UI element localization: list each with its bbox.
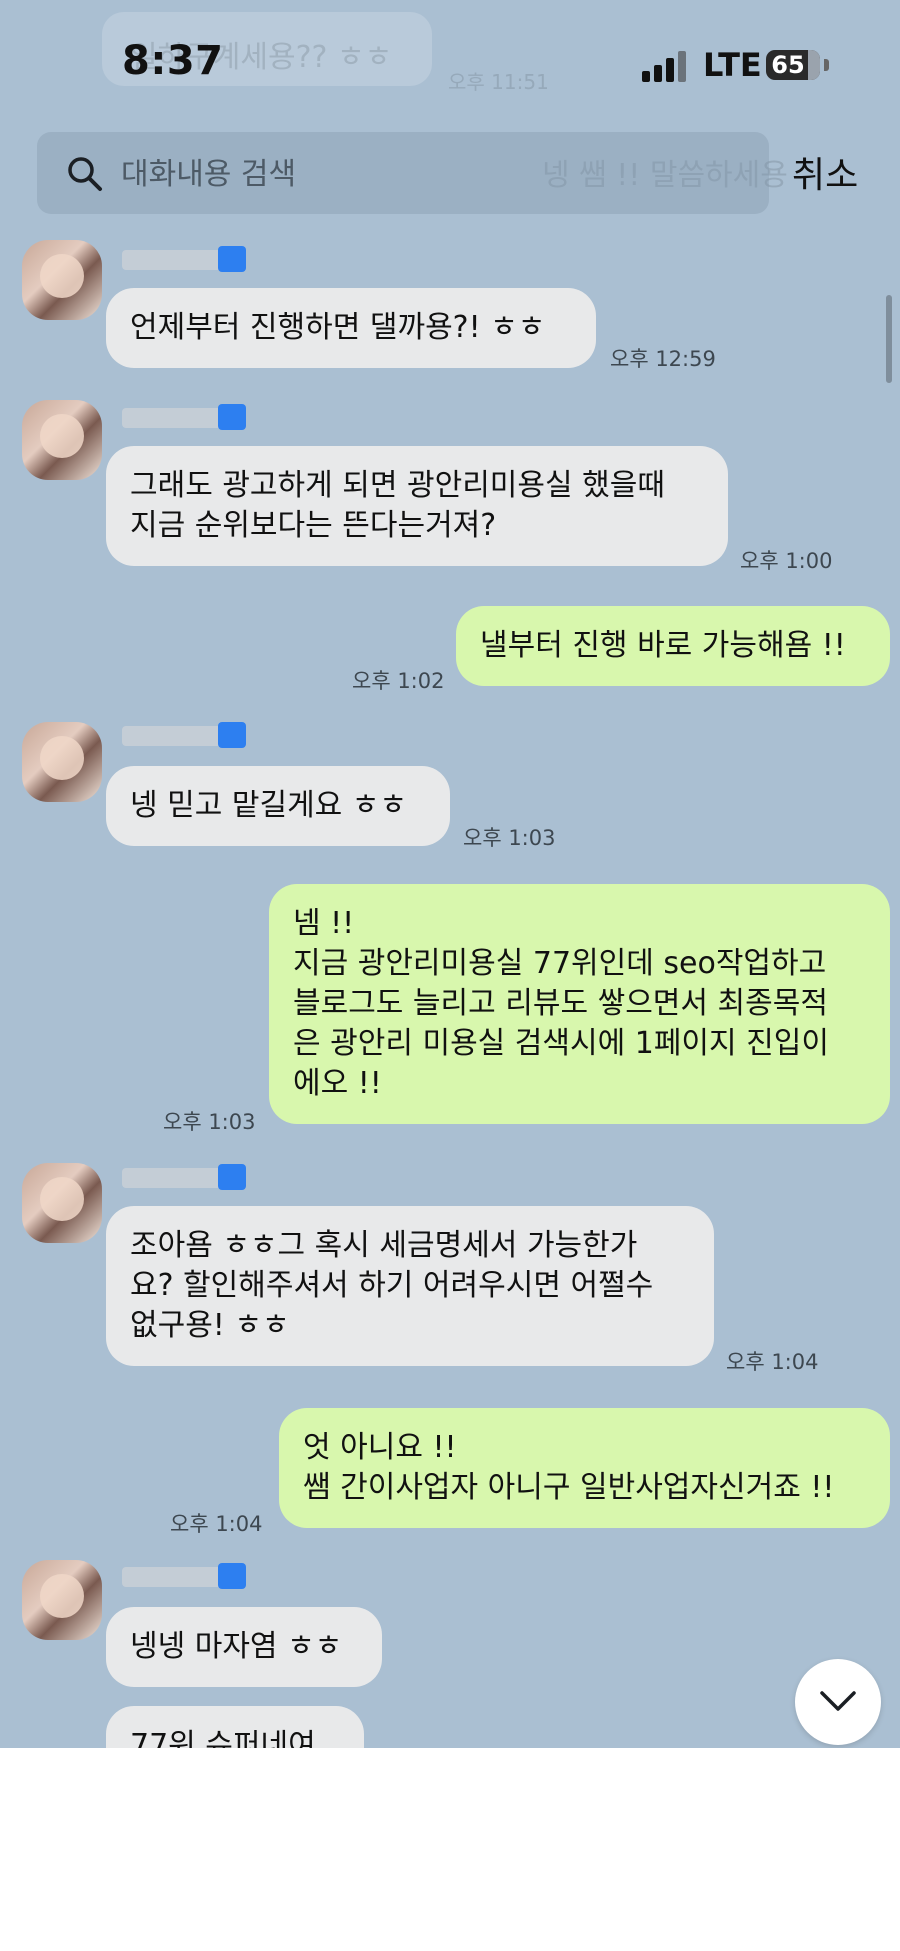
avatar[interactable] bbox=[22, 1163, 102, 1243]
badge-icon bbox=[218, 404, 246, 430]
message-time: 오후 1:03 bbox=[163, 1110, 256, 1134]
message-bubble-incoming[interactable]: 넹 믿고 맡길게요 ㅎㅎ bbox=[106, 766, 450, 846]
signal-icon bbox=[642, 50, 688, 82]
sender-name-blurred bbox=[122, 1164, 250, 1192]
message-time: 오후 1:03 bbox=[463, 826, 556, 850]
avatar[interactable] bbox=[22, 240, 102, 320]
avatar[interactable] bbox=[22, 1560, 102, 1640]
message-bubble-incoming[interactable]: 언제부터 진행하면 댈까용?! ㅎㅎ bbox=[106, 288, 596, 368]
badge-icon bbox=[218, 1164, 246, 1190]
message-bubble-outgoing[interactable]: 넴 !! 지금 광안리미용실 77위인데 seo작업하고 블로그도 늘리고 리뷰… bbox=[269, 884, 890, 1124]
message-bubble-outgoing[interactable]: 낼부터 진행 바로 가능해욤 !! bbox=[456, 606, 890, 686]
avatar[interactable] bbox=[22, 722, 102, 802]
badge-icon bbox=[218, 1563, 246, 1589]
scroll-to-bottom-button[interactable] bbox=[795, 1659, 881, 1745]
scrollbar-thumb[interactable] bbox=[886, 295, 892, 383]
search-icon bbox=[68, 157, 102, 191]
message-time: 오후 1:00 bbox=[740, 549, 833, 573]
message-time: 오후 1:04 bbox=[726, 1350, 819, 1374]
chevron-down-icon bbox=[820, 1691, 856, 1711]
message-bubble-incoming[interactable]: 그래도 광고하게 되면 광안리미용실 했을때 지금 순위보다는 뜬다는거져? bbox=[106, 446, 728, 566]
chat-screen[interactable]: 일하구계세용?? ㅎㅎ 오후 11:51 넹 쌤 !! 말씀하세용 8:37 L… bbox=[0, 0, 900, 1748]
battery-level: 65 bbox=[771, 51, 805, 79]
cancel-button[interactable]: 취소 bbox=[792, 146, 858, 198]
badge-icon bbox=[218, 246, 246, 272]
message-time: 오후 1:02 bbox=[352, 669, 445, 693]
sender-name-blurred bbox=[122, 1563, 250, 1591]
avatar[interactable] bbox=[22, 400, 102, 480]
sender-name-blurred bbox=[122, 404, 250, 432]
bottom-blank-area bbox=[0, 1748, 900, 1951]
sender-name-blurred bbox=[122, 722, 250, 750]
badge-icon bbox=[218, 722, 246, 748]
network-label: LTE bbox=[703, 46, 762, 84]
status-time: 8:37 bbox=[122, 38, 224, 84]
sender-name-blurred bbox=[122, 246, 250, 274]
message-bubble-incoming[interactable]: 넹넹 마자염 ㅎㅎ bbox=[106, 1607, 382, 1687]
search-input[interactable] bbox=[119, 132, 743, 216]
message-bubble-incoming[interactable]: 조아욤 ㅎㅎ그 혹시 세금명세서 가능한가 요? 할인해주셔서 하기 어려우시면… bbox=[106, 1206, 714, 1366]
battery-icon: 65 bbox=[766, 50, 820, 80]
battery-nub bbox=[824, 59, 829, 71]
background-time: 오후 11:51 bbox=[448, 70, 549, 94]
message-time: 오후 12:59 bbox=[610, 347, 716, 371]
message-time: 오후 1:04 bbox=[170, 1512, 263, 1536]
message-bubble-incoming[interactable]: 77위 슈퍼네여 bbox=[106, 1706, 364, 1748]
message-bubble-outgoing[interactable]: 엇 아니요 !! 쌤 간이사업자 아니구 일반사업자신거죠 !! bbox=[279, 1408, 890, 1528]
chat-search-bar bbox=[37, 132, 769, 216]
